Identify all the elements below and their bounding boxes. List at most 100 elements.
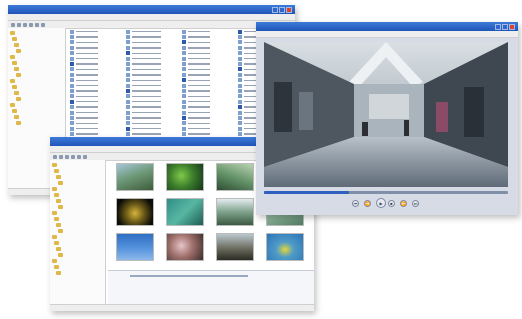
close-icon[interactable] — [509, 23, 515, 30]
file-icon — [126, 45, 130, 50]
thumbnail-image — [216, 198, 254, 226]
back-icon[interactable] — [11, 22, 15, 27]
mall-scene-image — [264, 42, 508, 187]
file-name — [76, 101, 98, 103]
file-name — [76, 133, 98, 135]
file-icon — [126, 78, 130, 83]
folder-icon — [16, 121, 21, 125]
views-icon[interactable] — [41, 22, 45, 27]
file-icon — [70, 110, 74, 115]
search-icon[interactable] — [29, 22, 33, 27]
file-icon — [126, 132, 130, 137]
file-icon — [70, 99, 74, 104]
file-name — [132, 111, 161, 114]
file-icon — [70, 126, 74, 131]
explorer-title-bar[interactable] — [8, 5, 295, 14]
file-icon — [126, 99, 130, 104]
thumbnail-image — [116, 163, 154, 191]
file-icon — [126, 110, 130, 115]
thumbnail-item[interactable] — [214, 198, 256, 227]
thumbnail-image — [216, 163, 254, 191]
back-icon[interactable] — [53, 154, 57, 159]
file-name — [132, 63, 161, 65]
next-icon[interactable]: ⏭ — [412, 200, 419, 207]
playback-controls: ⏮ ⏪ ▶ ■ ⏩ ⏭ — [256, 197, 518, 211]
thumbnail-item[interactable] — [114, 163, 156, 192]
folder-icon — [56, 223, 61, 227]
file-icon — [238, 67, 242, 72]
tree-node[interactable] — [10, 120, 63, 126]
play-icon[interactable]: ▶ — [376, 198, 386, 208]
file-name — [188, 52, 210, 54]
folder-icon — [16, 49, 21, 53]
file-name — [76, 90, 98, 92]
rewind-icon[interactable]: ⏪ — [364, 200, 371, 207]
folders-icon[interactable] — [35, 22, 39, 27]
file-icon — [182, 132, 186, 137]
file-name — [132, 90, 161, 92]
stop-icon[interactable]: ■ — [388, 200, 395, 207]
file-icon — [126, 88, 130, 93]
search-icon[interactable] — [71, 154, 75, 159]
thumbnail-item[interactable] — [164, 233, 206, 262]
file-name — [188, 95, 210, 98]
file-name — [132, 74, 161, 76]
file-icon — [126, 105, 130, 110]
thumbnail-item[interactable] — [214, 163, 256, 192]
file-name — [76, 84, 98, 87]
forward-icon[interactable]: ⏩ — [400, 200, 407, 207]
folder-icon — [14, 43, 19, 47]
thumbnail-item[interactable] — [214, 233, 256, 262]
file-icon — [238, 110, 242, 115]
views-icon[interactable] — [83, 154, 87, 159]
minimize-icon[interactable] — [495, 23, 501, 30]
file-icon — [70, 67, 74, 72]
file-icon — [70, 94, 74, 99]
file-name — [132, 52, 161, 54]
file-icon — [70, 121, 74, 126]
maximize-icon[interactable] — [502, 23, 508, 30]
file-icon — [182, 45, 186, 50]
file-name — [76, 57, 98, 60]
forward-icon[interactable] — [59, 154, 63, 159]
file-icon — [182, 94, 186, 99]
file-name — [76, 52, 98, 54]
folders-icon[interactable] — [77, 154, 81, 159]
close-icon[interactable] — [286, 6, 292, 13]
tree-node[interactable] — [52, 270, 103, 276]
file-icon — [70, 105, 74, 110]
file-name — [132, 47, 161, 49]
forward-icon[interactable] — [17, 22, 21, 27]
maximize-icon[interactable] — [279, 6, 285, 13]
folder-icon — [58, 253, 63, 257]
file-name — [76, 74, 98, 76]
up-folder-icon[interactable] — [23, 22, 27, 27]
file-name — [76, 63, 98, 65]
thumbnail-image — [166, 198, 204, 226]
folder-icon — [52, 211, 57, 215]
player-title-bar[interactable] — [256, 22, 518, 31]
thumbnail-item[interactable] — [114, 233, 156, 262]
thumbnail-image — [166, 163, 204, 191]
file-icon — [182, 88, 186, 93]
file-name — [132, 122, 161, 125]
file-icon — [182, 110, 186, 115]
seek-bar[interactable] — [264, 191, 508, 194]
folder-icon — [54, 217, 59, 221]
folder-icon — [52, 163, 57, 167]
video-frame[interactable] — [264, 42, 508, 187]
thumbnail-item[interactable] — [164, 163, 206, 192]
file-icon — [182, 62, 186, 67]
file-icon — [70, 45, 74, 50]
thumbnail-item[interactable] — [264, 233, 306, 262]
thumbnail-item[interactable] — [164, 198, 206, 227]
minimize-icon[interactable] — [272, 6, 278, 13]
file-icon — [238, 99, 242, 104]
file-name — [76, 111, 98, 114]
prev-icon[interactable]: ⏮ — [352, 200, 359, 207]
file-icon — [70, 83, 74, 88]
up-folder-icon[interactable] — [65, 154, 69, 159]
thumbnail-item[interactable] — [114, 198, 156, 227]
file-name — [188, 111, 210, 114]
folder-icon — [56, 247, 61, 251]
